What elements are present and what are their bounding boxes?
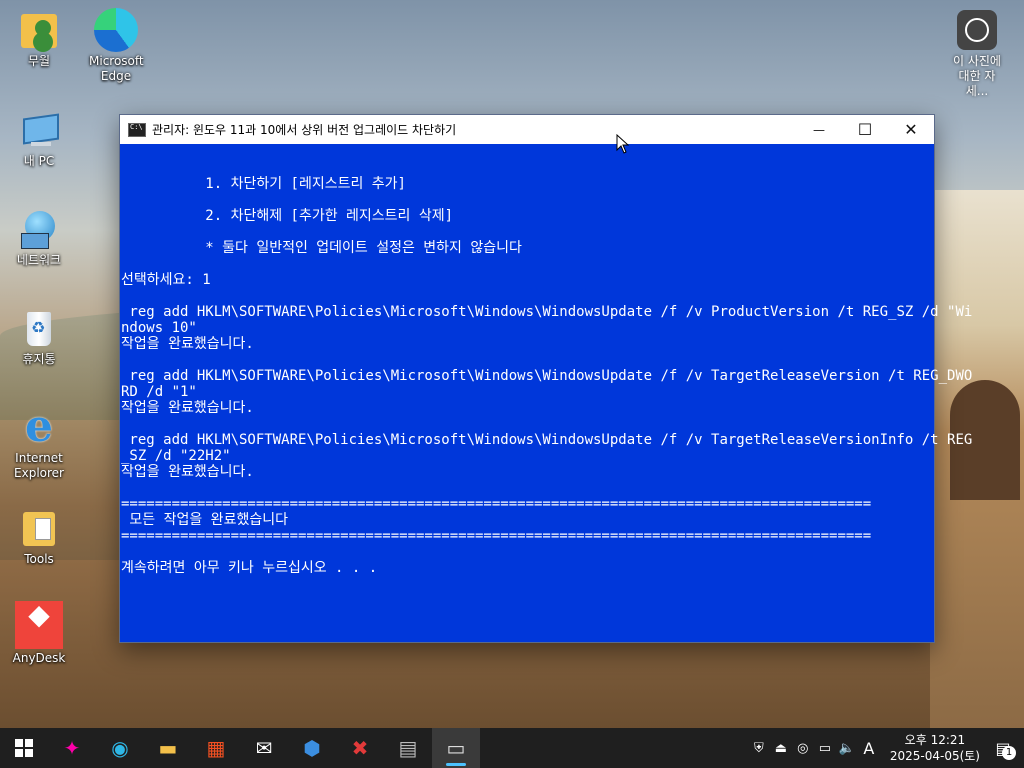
desktop-icon-network[interactable]: 네트워크 (1, 207, 77, 268)
console-line: ========================================… (121, 528, 872, 544)
shield-x-icon: ✖ (351, 736, 369, 760)
camera-tray-icon[interactable]: ◎ (792, 741, 814, 756)
taskbar-file-explorer[interactable]: ▬ (144, 728, 192, 768)
windows-logo-icon (15, 739, 33, 757)
console-line: reg add HKLM\SOFTWARE\Policies\Microsoft… (121, 304, 973, 320)
mail-icon: ✉ (255, 736, 273, 760)
store-icon: ▦ (206, 736, 226, 760)
taskbar-printer-tool[interactable]: ▤ (384, 728, 432, 768)
desktop-icon-tools[interactable]: Tools (1, 506, 77, 567)
console-line: _SZ /d "22H2" (121, 448, 231, 464)
usb-tray-icon[interactable]: ⏏ (770, 741, 792, 756)
desktop-icon-label: Internet Explorer (14, 451, 64, 480)
taskbar-copilot[interactable]: ✦ (48, 728, 96, 768)
console-line: RD /d "1" (121, 384, 197, 400)
minimize-button[interactable]: — (796, 115, 842, 144)
maximize-button[interactable]: ☐ (842, 115, 888, 144)
network-tool-icon: ⬢ (303, 736, 321, 760)
clock-date: 2025-04-05(토) (889, 749, 980, 763)
desktop-icon-label: 휴지통 (22, 352, 56, 366)
desktop-icon-internet-explorer[interactable]: e Internet Explorer (1, 405, 77, 481)
console-line: reg add HKLM\SOFTWARE\Policies\Microsoft… (121, 368, 973, 384)
console-line: reg add HKLM\SOFTWARE\Policies\Microsoft… (121, 432, 973, 448)
console-line: 작업을 완료했습니다. (121, 336, 254, 352)
console-line: 작업을 완료했습니다. (121, 464, 254, 480)
clock[interactable]: 오후 12:21 2025-04-05(토) (890, 732, 980, 764)
console-line: ========================================… (121, 496, 872, 512)
clock-time: 오후 12:21 (904, 733, 966, 747)
console-line: 모든 작업을 완료했습니다 (121, 512, 288, 528)
computer-icon (17, 108, 61, 152)
taskbar-security[interactable]: ✖ (336, 728, 384, 768)
folder-icon: ▬ (158, 736, 178, 760)
tools-folder-icon (17, 506, 61, 550)
desktop-icon-anydesk[interactable]: AnyDesk (1, 601, 77, 666)
taskbar-terminal[interactable]: ▭ (432, 728, 480, 768)
console-line: ndows 10" (121, 320, 197, 336)
console-line: 1. 차단하기 [레지스트리 추가] (121, 176, 406, 192)
desktop-icon-label: 무월 (27, 54, 51, 68)
console-line: 작업을 완료했습니다. (121, 400, 254, 416)
spotlight-label: 이 사진에 대한 자세... (953, 54, 1001, 98)
desktop-icon-recycle-bin[interactable]: 휴지통 (1, 306, 77, 367)
desktop-icon-label: 내 PC (23, 154, 55, 168)
desktop-icon-edge[interactable]: Microsoft Edge (78, 8, 154, 84)
volume-tray-icon[interactable]: 🔈 (836, 741, 858, 756)
console-window[interactable]: 관리자: 윈도우 11과 10에서 상위 버전 업그레이드 차단하기 — ☐ ✕… (119, 114, 973, 643)
camera-info-icon (957, 10, 997, 50)
desktop-icon-label: Microsoft Edge (89, 54, 144, 83)
console-line: 계속하려면 아무 키나 누르십시오 . . . (121, 560, 378, 576)
mouse-pointer-icon (616, 134, 630, 154)
anydesk-icon (15, 601, 63, 649)
ime-indicator[interactable]: A (858, 739, 880, 758)
spotlight-info-icon-button[interactable]: 이 사진에 대한 자세... (942, 10, 1012, 99)
user-folder-icon (17, 8, 61, 52)
system-tray: ⛨ ⏏ ◎ ▭ 🔈 A 오후 12:21 2025-04-05(토) ▤ 1 (748, 728, 1024, 768)
printer-icon: ▤ (398, 736, 418, 760)
console-line: 선택하세요: 1 (121, 272, 211, 288)
desktop-icon-label: Tools (24, 552, 54, 566)
copilot-icon: ✦ (63, 736, 81, 760)
desktop-icon-label: AnyDesk (12, 651, 66, 665)
notification-button[interactable]: ▤ 1 (988, 734, 1018, 762)
network-tray-icon[interactable]: ▭ (814, 741, 836, 756)
taskbar-network-tool[interactable]: ⬢ (288, 728, 336, 768)
desktop-icon-user-folder[interactable]: 무월 (1, 8, 77, 69)
internet-explorer-icon: e (25, 401, 53, 452)
desktop-icon-label: 네트워크 (16, 253, 62, 267)
console-output[interactable]: 1. 차단하기 [레지스트리 추가] 2. 차단해제 [추가한 레지스트리 삭제… (120, 144, 973, 576)
taskbar: ✦ ◉ ▬ ▦ ✉ ⬢ ✖ ▤ ▭ ⛨ ⏏ ◎ ▭ 🔈 A 오후 12:21 2… (0, 728, 1024, 768)
window-title: 관리자: 윈도우 11과 10에서 상위 버전 업그레이드 차단하기 (152, 123, 457, 137)
taskbar-edge[interactable]: ◉ (96, 728, 144, 768)
shield-tray-icon[interactable]: ⛨ (748, 741, 770, 756)
edge-icon (94, 8, 138, 52)
network-globe-icon (17, 207, 61, 251)
console-icon (128, 122, 146, 137)
window-titlebar[interactable]: 관리자: 윈도우 11과 10에서 상위 버전 업그레이드 차단하기 — ☐ ✕ (120, 115, 934, 144)
notification-badge: 1 (1002, 746, 1016, 760)
console-line: * 둘다 일반적인 업데이트 설정은 변하지 않습니다 (121, 240, 522, 256)
taskbar-mail[interactable]: ✉ (240, 728, 288, 768)
close-button[interactable]: ✕ (888, 115, 934, 144)
recycle-bin-icon (17, 306, 61, 350)
desktop-icon-this-pc[interactable]: 내 PC (1, 108, 77, 169)
edge-icon: ◉ (111, 736, 129, 760)
terminal-icon: ▭ (446, 736, 466, 760)
console-line: 2. 차단해제 [추가한 레지스트리 삭제] (121, 208, 454, 224)
taskbar-store[interactable]: ▦ (192, 728, 240, 768)
start-button[interactable] (0, 728, 48, 768)
